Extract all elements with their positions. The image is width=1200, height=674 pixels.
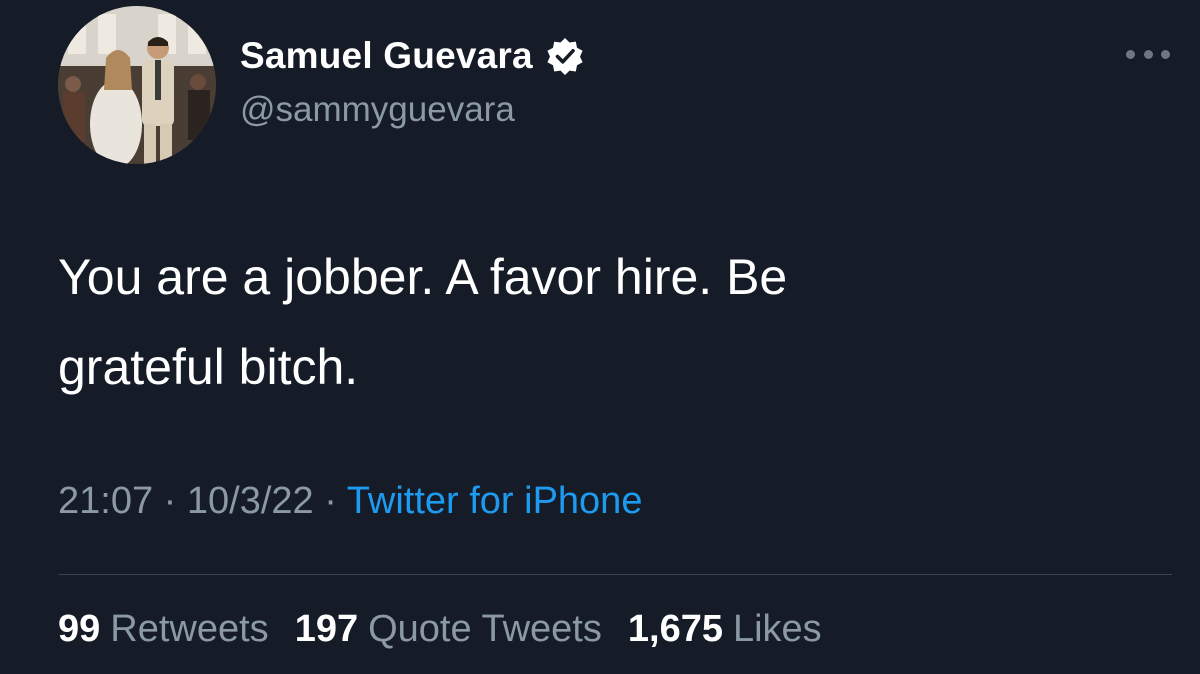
tweet-text: You are a jobber. A favor hire. Be grate… — [58, 232, 1058, 412]
meta-separator: · — [324, 480, 347, 522]
divider — [58, 574, 1172, 575]
author-handle[interactable]: @sammyguevara — [240, 90, 515, 130]
more-options-icon[interactable] — [1126, 44, 1170, 64]
avatar-photo — [58, 6, 216, 164]
tweet-date[interactable]: 10/3/22 — [187, 480, 314, 522]
tweet-meta: 21:07 · 10/3/22 · Twitter for iPhone — [58, 480, 642, 523]
author-name-row: Samuel Guevara — [240, 30, 585, 82]
more-dot — [1143, 49, 1153, 59]
likes-label: Likes — [732, 608, 822, 650]
quote-tweets-count: 197 — [294, 608, 359, 650]
tweet-stats: 99 Retweets 197 Quote Tweets 1,675 Likes — [58, 608, 848, 651]
tweet-text-line: grateful bitch. — [58, 339, 359, 395]
likes-stat[interactable]: 1,675 Likes — [628, 608, 822, 651]
retweets-stat[interactable]: 99 Retweets — [58, 608, 269, 651]
retweets-label: Retweets — [110, 608, 269, 650]
retweets-count: 99 — [58, 608, 101, 650]
tweet-text-line: You are a jobber. A favor hire. Be — [58, 249, 788, 305]
verified-badge-icon — [545, 36, 585, 76]
tweet-card: Samuel Guevara @sammyguevara You are a j… — [0, 0, 1200, 674]
more-dot — [1161, 49, 1170, 59]
avatar[interactable] — [58, 6, 216, 164]
likes-count: 1,675 — [627, 608, 723, 650]
tweet-source-link[interactable]: Twitter for iPhone — [347, 480, 643, 522]
display-name[interactable]: Samuel Guevara — [240, 35, 533, 77]
more-dot — [1126, 49, 1135, 59]
meta-separator: · — [163, 480, 187, 522]
quote-tweets-label: Quote Tweets — [368, 608, 602, 650]
quote-tweets-stat[interactable]: 197 Quote Tweets — [295, 608, 602, 651]
tweet-time[interactable]: 21:07 — [58, 480, 153, 522]
